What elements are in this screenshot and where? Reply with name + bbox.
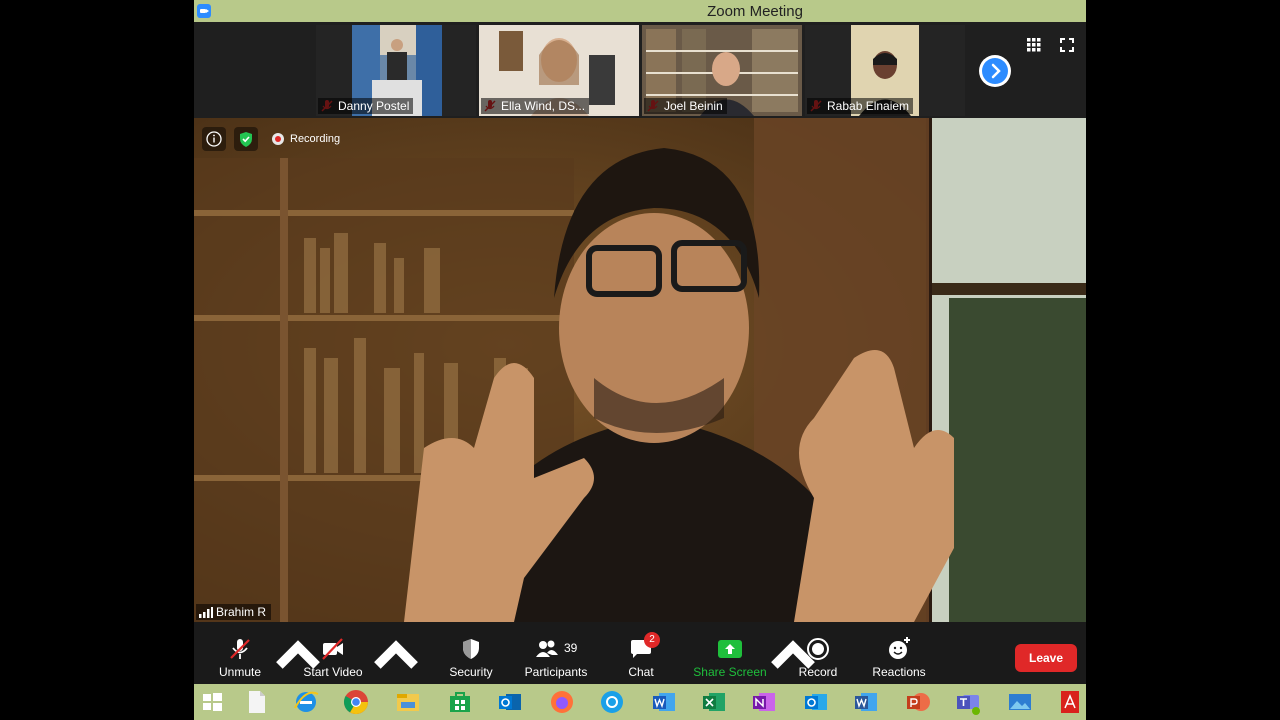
speaker-video-frame (194, 118, 1086, 622)
security-button[interactable]: Security (440, 622, 502, 684)
fullscreen-icon[interactable] (1060, 38, 1074, 52)
emoji-plus-icon (889, 637, 910, 659)
security-label: Security (449, 665, 493, 679)
participant-tile[interactable]: Joel Beinin (642, 25, 802, 116)
participant-strip: Danny Postel Ella Wind, DS... Joel Beini… (194, 22, 1086, 118)
participant-tile[interactable]: Rabab Elnaiem (805, 25, 965, 116)
start-video-button[interactable]: Start Video (296, 622, 370, 684)
title-bar: Zoom Meeting (194, 0, 1086, 22)
participants-count: 39 (564, 641, 578, 655)
recording-label: Recording (290, 133, 341, 145)
share-screen-icon (718, 640, 742, 658)
record-icon (807, 638, 829, 660)
active-speaker-video: Recording Brahim R (194, 118, 1086, 622)
screen: Zoom Meeting Danny Postel Ella Wind, DS.… (0, 0, 1280, 720)
chat-unread-badge: 2 (644, 632, 660, 648)
signal-bars-icon (199, 607, 213, 618)
onenote-icon[interactable] (750, 688, 778, 716)
file-explorer-icon[interactable] (394, 688, 422, 716)
record-dot-icon (272, 133, 284, 145)
reactions-label: Reactions (872, 665, 926, 679)
shield-icon (463, 639, 479, 659)
teams-icon[interactable] (954, 688, 982, 716)
video-off-icon (322, 638, 343, 660)
next-page-button[interactable] (979, 55, 1011, 87)
participant-name: Rabab Elnaiem (807, 98, 914, 114)
outlook-alt-icon[interactable] (802, 688, 830, 716)
word-icon[interactable] (650, 688, 678, 716)
chat-button[interactable]: 2 Chat (614, 622, 668, 684)
participant-name: Ella Wind, DS... (481, 98, 590, 114)
participants-icon (536, 640, 558, 657)
share-screen-label: Share Screen (693, 665, 767, 679)
speaker-name: Brahim R (216, 605, 267, 619)
info-icon (206, 131, 222, 147)
excel-icon[interactable] (700, 688, 728, 716)
unmute-button[interactable]: Unmute (208, 622, 272, 684)
internet-explorer-icon[interactable] (292, 688, 320, 716)
gallery-view-icon[interactable] (1027, 38, 1041, 52)
outlook-icon[interactable] (496, 688, 524, 716)
record-button[interactable]: Record (790, 622, 846, 684)
windows-taskbar (194, 684, 1086, 720)
store-icon[interactable] (446, 688, 474, 716)
encryption-button[interactable] (234, 127, 258, 151)
leave-button[interactable]: Leave (1015, 644, 1077, 672)
file-icon[interactable] (242, 688, 270, 716)
shield-check-icon (240, 132, 252, 147)
meeting-toolbar: Unmute Start Video Security 39 Participa… (194, 622, 1086, 684)
recording-indicator[interactable]: Recording (266, 128, 346, 150)
muted-mic-icon (230, 639, 250, 659)
participants-button[interactable]: 39 Participants (518, 622, 594, 684)
participants-label: Participants (524, 665, 588, 679)
zoom-window: Zoom Meeting Danny Postel Ella Wind, DS.… (194, 0, 1086, 720)
participant-name: Danny Postel (318, 98, 414, 114)
reactions-button[interactable]: Reactions (866, 622, 932, 684)
photos-icon[interactable] (1006, 688, 1034, 716)
share-screen-button[interactable]: Share Screen (688, 622, 772, 684)
chrome-icon[interactable] (342, 688, 370, 716)
word-alt-icon[interactable] (852, 688, 880, 716)
window-title: Zoom Meeting (707, 3, 803, 20)
chevron-right-icon (991, 63, 1001, 79)
settings-icon[interactable] (598, 688, 626, 716)
start-video-label: Start Video (303, 665, 363, 679)
speaker-name-tag: Brahim R (196, 604, 272, 620)
windows-start-icon[interactable] (198, 688, 226, 716)
powerpoint-icon[interactable] (904, 688, 932, 716)
participant-tile[interactable]: Ella Wind, DS... (479, 25, 639, 116)
record-label: Record (798, 665, 838, 679)
unmute-label: Unmute (218, 665, 262, 679)
chat-label: Chat (628, 665, 654, 679)
participant-name: Joel Beinin (644, 98, 727, 114)
chevron-up-icon[interactable] (365, 622, 427, 684)
meeting-info-button[interactable] (202, 127, 226, 151)
firefox-icon[interactable] (548, 688, 576, 716)
participant-tile[interactable]: Danny Postel (316, 25, 476, 116)
acrobat-icon[interactable] (1056, 688, 1084, 716)
